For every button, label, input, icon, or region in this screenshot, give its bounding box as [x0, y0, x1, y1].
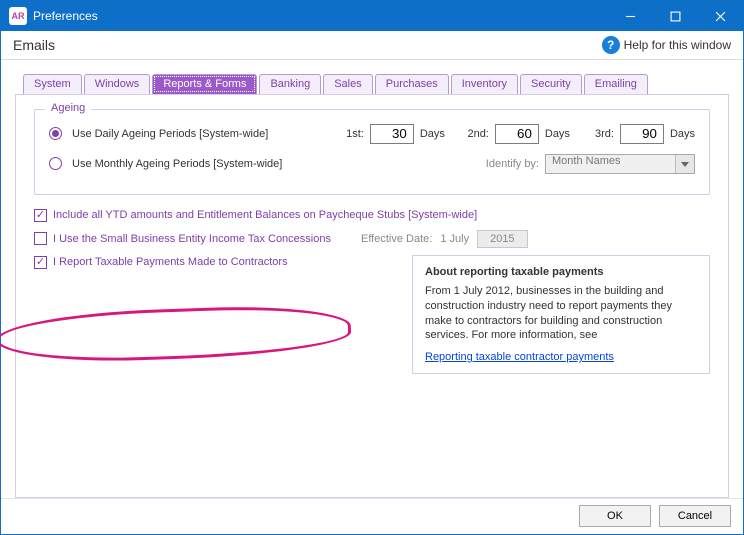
minimize-button[interactable]	[608, 1, 653, 31]
identify-select-value: Month Names	[545, 154, 695, 174]
first-period-input[interactable]	[370, 124, 414, 144]
identify-label: Identify by:	[486, 158, 539, 170]
ok-button[interactable]: OK	[579, 505, 651, 527]
identify-select: Month Names	[545, 154, 695, 174]
cancel-button[interactable]: Cancel	[659, 505, 731, 527]
effective-date: Effective Date: 1 July 2015	[361, 230, 528, 248]
checkbox-sbe[interactable]	[34, 232, 47, 245]
tab-security[interactable]: Security	[520, 74, 582, 94]
checkbox-sbe-row: I Use the Small Business Entity Income T…	[34, 230, 710, 248]
close-button[interactable]	[698, 1, 743, 31]
checkbox-ytd[interactable]	[34, 209, 47, 222]
chevron-down-icon	[681, 162, 689, 167]
first-days: Days	[420, 128, 445, 140]
third-days: Days	[670, 128, 695, 140]
radio-monthly-ageing[interactable]	[49, 157, 62, 170]
radio-daily-label: Use Daily Ageing Periods [System-wide]	[72, 128, 268, 140]
help-text: Help for this window	[624, 38, 731, 52]
window-title: Preferences	[33, 9, 98, 23]
first-label: 1st:	[336, 128, 364, 140]
about-title: About reporting taxable payments	[425, 266, 697, 278]
second-days: Days	[545, 128, 570, 140]
subheader: Emails ? Help for this window	[1, 31, 743, 60]
checkbox-tpar-label: I Report Taxable Payments Made to Contra…	[53, 256, 288, 268]
content-area: System Windows Reports & Forms Banking S…	[1, 60, 743, 498]
ageing-fieldset: Ageing Use Daily Ageing Periods [System-…	[34, 109, 710, 195]
tab-inventory[interactable]: Inventory	[451, 74, 518, 94]
help-icon: ?	[602, 36, 620, 54]
app-icon: AR	[9, 7, 27, 25]
checkbox-ytd-row: Include all YTD amounts and Entitlement …	[34, 209, 710, 222]
tab-purchases[interactable]: Purchases	[375, 74, 449, 94]
panel-reports-forms: Ageing Use Daily Ageing Periods [System-…	[15, 94, 729, 498]
checkbox-sbe-label: I Use the Small Business Entity Income T…	[53, 233, 331, 245]
about-box: About reporting taxable payments From 1 …	[412, 255, 710, 374]
third-period-input[interactable]	[620, 124, 664, 144]
effective-label: Effective Date:	[361, 233, 432, 245]
tab-system[interactable]: System	[23, 74, 82, 94]
tab-sales[interactable]: Sales	[323, 74, 373, 94]
window: AR Preferences Emails ? Help for this wi…	[0, 0, 744, 535]
radio-daily-ageing[interactable]	[49, 127, 62, 140]
checkbox-ytd-label: Include all YTD amounts and Entitlement …	[53, 209, 477, 221]
footer: OK Cancel	[1, 498, 743, 534]
ageing-legend: Ageing	[45, 102, 91, 114]
radio-monthly-label: Use Monthly Ageing Periods [System-wide]	[72, 158, 282, 170]
effective-day: 1 July	[440, 233, 469, 245]
tab-strip: System Windows Reports & Forms Banking S…	[23, 74, 729, 94]
about-link[interactable]: Reporting taxable contractor payments	[425, 351, 614, 363]
page-title: Emails	[13, 37, 55, 53]
second-period-input[interactable]	[495, 124, 539, 144]
tab-emailing[interactable]: Emailing	[584, 74, 648, 94]
checkbox-tpar[interactable]	[34, 256, 47, 269]
second-label: 2nd:	[461, 128, 489, 140]
tab-reports-forms[interactable]: Reports & Forms	[152, 74, 257, 94]
tab-banking[interactable]: Banking	[259, 74, 321, 94]
third-label: 3rd:	[586, 128, 614, 140]
help-link[interactable]: ? Help for this window	[602, 36, 731, 54]
tab-windows[interactable]: Windows	[84, 74, 151, 94]
titlebar: AR Preferences	[1, 1, 743, 31]
about-body: From 1 July 2012, businesses in the buil…	[425, 284, 697, 343]
effective-year: 2015	[477, 230, 527, 248]
maximize-button[interactable]	[653, 1, 698, 31]
